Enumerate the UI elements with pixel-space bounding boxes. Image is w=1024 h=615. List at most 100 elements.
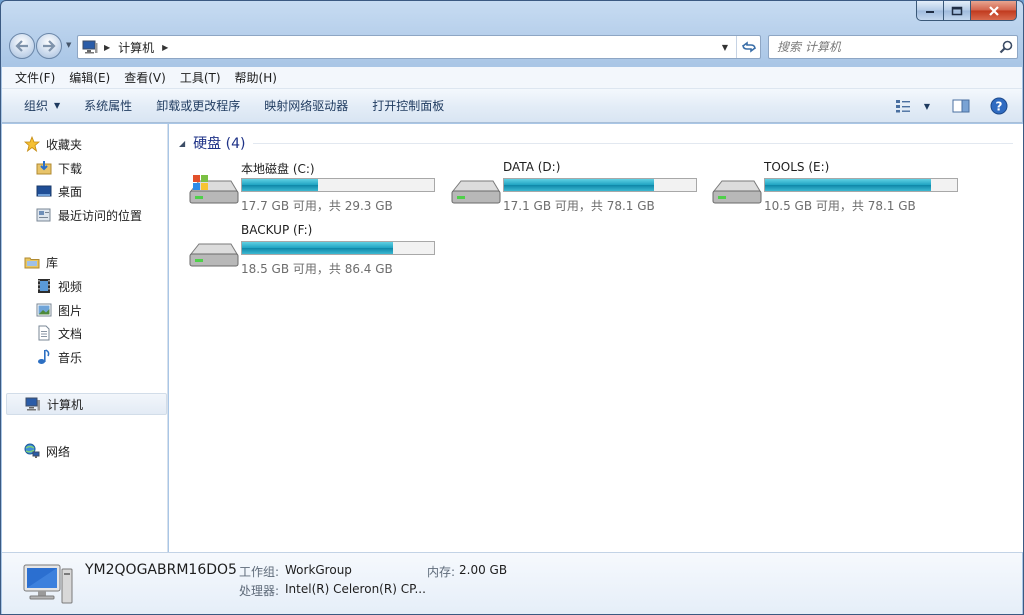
music-note-icon (36, 349, 52, 365)
menu-edit[interactable]: 编辑(E) (62, 69, 117, 86)
nav-recent-places-label: 最近访问的位置 (58, 208, 143, 223)
chevron-down-icon: ▼ (54, 101, 61, 110)
nav-desktop[interactable]: 桌面 (36, 180, 82, 202)
nav-favorites-label: 收藏夹 (46, 137, 83, 152)
arrow-right-icon (43, 40, 56, 52)
drive-usage-bar (764, 178, 958, 192)
close-icon (988, 5, 999, 16)
drive-name: TOOLS (E:) (764, 160, 830, 174)
nav-computer[interactable]: 计算机 (6, 393, 167, 415)
details-pane: YM2QOGABRM16DO5 工作组: WorkGroup 内存: 2.00 … (2, 552, 1022, 614)
drive-usage-bar (241, 178, 435, 192)
nav-videos[interactable]: 视频 (36, 275, 82, 297)
recent-places-icon (36, 207, 52, 223)
nav-libraries[interactable]: 库 (24, 251, 58, 273)
nav-documents[interactable]: 文档 (36, 322, 82, 344)
organize-label: 组织 (24, 99, 49, 113)
menu-bar: 文件(F) 编辑(E) 查看(V) 工具(T) 帮助(H) (2, 67, 1022, 89)
system-properties-button[interactable]: 系统属性 (72, 97, 144, 114)
drive-item[interactable]: TOOLS (E:) 10.5 GB 可用，共 78.1 GB (710, 159, 970, 215)
collapse-group-icon[interactable]: ◢ (179, 139, 185, 148)
drive-item[interactable]: 本地磁盘 (C:) 17.7 GB 可用，共 29.3 GB (187, 159, 447, 215)
nav-pictures[interactable]: 图片 (36, 299, 82, 321)
breadcrumb-arrow-icon[interactable]: ▶ (162, 43, 168, 52)
computer-name: YM2QOGABRM16DO5 (85, 562, 237, 578)
memory-value: 2.00 GB (459, 563, 508, 577)
organize-button[interactable]: 组织 ▼ (12, 97, 72, 114)
nav-music[interactable]: 音乐 (36, 346, 82, 368)
hard-drive-icon (451, 180, 501, 204)
preview-pane-button[interactable] (948, 95, 974, 117)
nav-network-label: 网络 (46, 444, 71, 459)
processor-label: 处理器: (239, 584, 280, 598)
network-icon (24, 443, 40, 459)
caption-buttons (916, 1, 1017, 21)
drive-usage-bar (503, 178, 697, 192)
computer-icon (23, 564, 73, 604)
desktop-icon (36, 183, 52, 199)
close-button[interactable] (971, 1, 1017, 21)
computer-icon (82, 40, 98, 54)
nav-computer-label: 计算机 (47, 397, 84, 412)
nav-favorites[interactable]: 收藏夹 (24, 133, 82, 155)
computer-icon (25, 396, 41, 412)
drive-usage-fill (765, 179, 932, 191)
view-options-dropdown[interactable]: ▼ (920, 95, 934, 117)
help-icon: ? (990, 97, 1008, 115)
drive-space-info: 17.7 GB 可用，共 29.3 GB (241, 199, 393, 213)
nav-videos-label: 视频 (58, 279, 83, 294)
nav-recent-places[interactable]: 最近访问的位置 (36, 204, 142, 226)
drive-name: DATA (D:) (503, 160, 561, 174)
recent-pages-dropdown[interactable]: ▼ (66, 41, 71, 49)
help-button[interactable]: ? (986, 95, 1012, 117)
menu-view[interactable]: 查看(V) (117, 69, 173, 86)
drive-item[interactable]: BACKUP (F:) 18.5 GB 可用，共 86.4 GB (187, 222, 447, 278)
group-divider (253, 142, 1013, 144)
menu-help[interactable]: 帮助(H) (228, 69, 284, 86)
explorer-window: ▼ ▶ 计算机 ▶ ▼ 文件(F) 编辑(E) 查看(V) (0, 0, 1024, 615)
drive-item[interactable]: DATA (D:) 17.1 GB 可用，共 78.1 GB (449, 159, 709, 215)
arrow-left-icon (15, 40, 28, 52)
video-icon (36, 278, 52, 294)
workgroup-value: WorkGroup (285, 563, 352, 577)
drive-usage-fill (504, 179, 654, 191)
svg-text:?: ? (996, 100, 1003, 114)
nav-libraries-label: 库 (46, 255, 59, 270)
nav-music-label: 音乐 (58, 350, 83, 365)
uninstall-program-button[interactable]: 卸载或更改程序 (144, 97, 252, 114)
minimize-icon (926, 10, 934, 13)
breadcrumb-computer[interactable]: 计算机 (118, 39, 154, 56)
menu-file[interactable]: 文件(F) (8, 69, 62, 86)
search-icon[interactable] (995, 40, 1017, 54)
content-area: ◢ 硬盘 (4) 本地磁盘 (C:) 17.7 GB 可用，共 29.3 GB (169, 124, 1023, 552)
hard-drive-icon (189, 243, 239, 267)
hard-disks-group-header[interactable]: ◢ 硬盘 (4) (179, 132, 1013, 154)
star-icon (24, 136, 40, 152)
menu-tools[interactable]: 工具(T) (173, 69, 228, 86)
drive-space-info: 18.5 GB 可用，共 86.4 GB (241, 262, 393, 276)
drive-usage-fill (242, 179, 319, 191)
refresh-button[interactable] (736, 36, 760, 58)
drive-name: 本地磁盘 (C:) (241, 162, 315, 176)
pictures-icon (36, 302, 52, 318)
nav-downloads-label: 下载 (58, 161, 83, 176)
address-history-dropdown[interactable]: ▼ (716, 36, 734, 58)
view-controls: ▼ ? (886, 95, 1012, 117)
breadcrumb-arrow-icon[interactable]: ▶ (104, 43, 110, 52)
nav-desktop-label: 桌面 (58, 184, 83, 199)
group-title: 硬盘 (4) (193, 136, 246, 152)
back-button[interactable] (9, 33, 35, 59)
navigation-pane: 收藏夹 下载 桌面 最近访问的位置 库 视频 图片 文档 音乐 计算机 网络 (2, 124, 168, 552)
maximize-button[interactable] (944, 1, 971, 21)
nav-documents-label: 文档 (58, 326, 83, 341)
map-network-drive-button[interactable]: 映射网络驱动器 (252, 97, 360, 114)
nav-downloads[interactable]: 下载 (36, 157, 82, 179)
nav-network[interactable]: 网络 (24, 440, 70, 462)
search-input[interactable] (777, 40, 995, 54)
change-view-button[interactable] (890, 95, 916, 117)
minimize-button[interactable] (916, 1, 944, 21)
open-control-panel-button[interactable]: 打开控制面板 (360, 97, 456, 114)
forward-button[interactable] (36, 33, 62, 59)
workgroup-label: 工作组: (239, 565, 280, 579)
address-box[interactable]: ▶ 计算机 ▶ ▼ (77, 35, 761, 59)
